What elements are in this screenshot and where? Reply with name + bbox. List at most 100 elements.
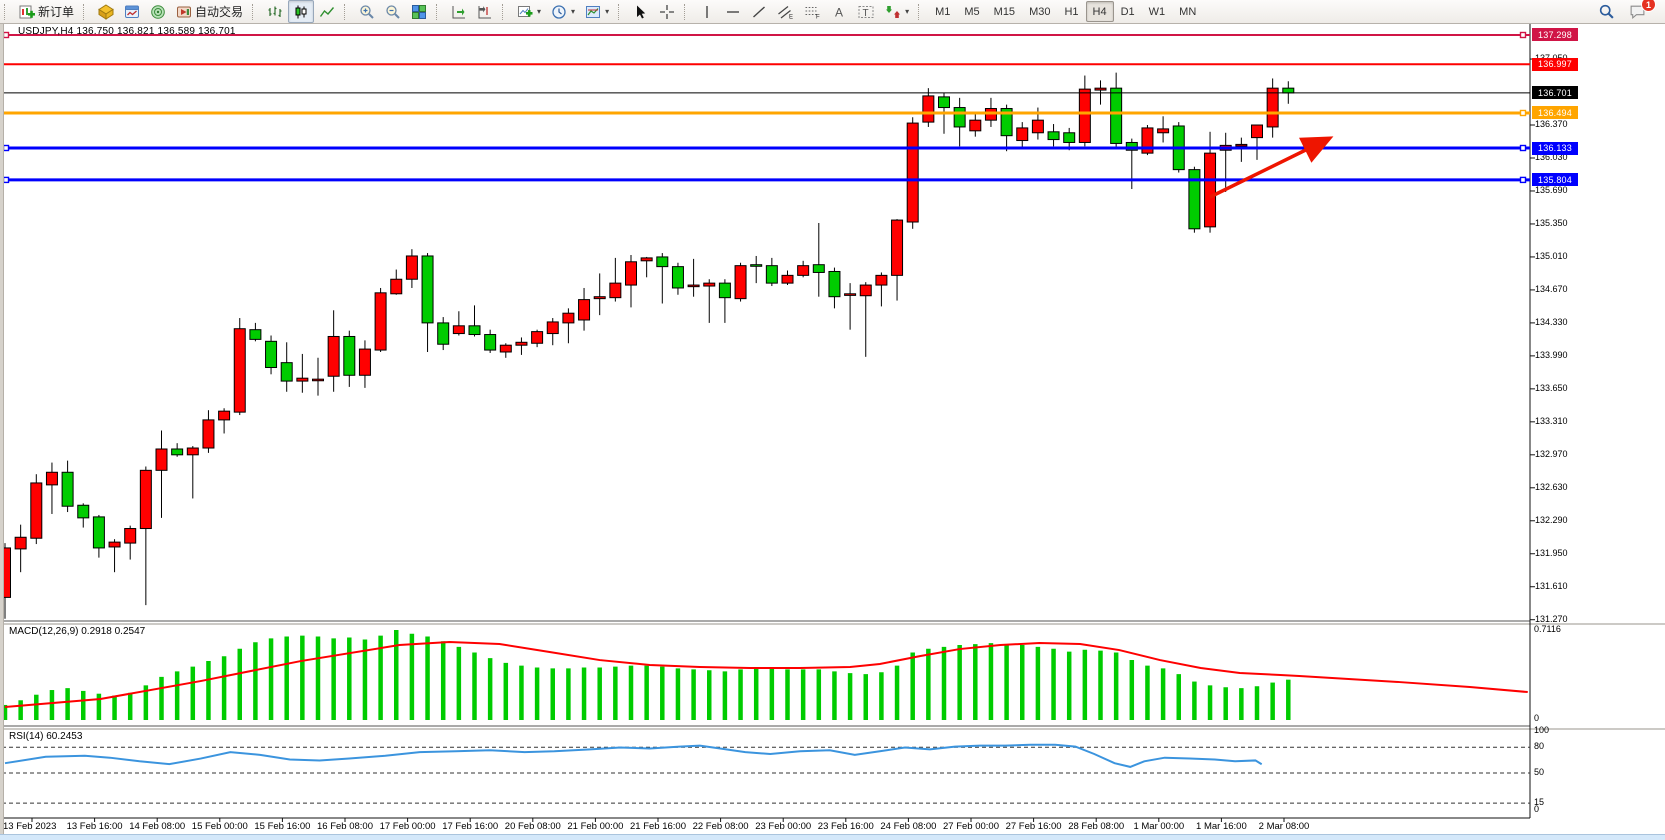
timeframe-button-w1[interactable]: W1 [1142, 1, 1173, 22]
candle[interactable] [688, 259, 699, 297]
candle[interactable] [313, 358, 324, 396]
horizontal-line-tool-button[interactable] [720, 0, 746, 23]
candle[interactable] [594, 273, 605, 315]
candle[interactable] [109, 539, 120, 572]
candle[interactable] [500, 343, 511, 358]
candle[interactable] [1236, 138, 1247, 162]
candle[interactable] [438, 317, 449, 350]
candle[interactable] [1267, 78, 1278, 137]
candle[interactable] [172, 443, 183, 457]
fibonacci-tool-button[interactable]: F [799, 0, 826, 23]
candle[interactable] [970, 112, 981, 136]
cursor-tool-button[interactable] [628, 0, 654, 23]
candle[interactable] [234, 318, 245, 415]
candle[interactable] [1189, 167, 1200, 233]
zoom-out-button[interactable] [380, 0, 406, 23]
candle[interactable] [219, 408, 230, 433]
candle[interactable] [391, 270, 402, 295]
candle[interactable] [704, 279, 715, 323]
candle[interactable] [1048, 124, 1059, 146]
label-tool-button[interactable]: T [852, 0, 880, 23]
candle[interactable] [15, 525, 26, 573]
candle[interactable] [923, 88, 934, 127]
hline-marker[interactable] [1521, 110, 1526, 115]
candlestick-mode-button[interactable] [288, 0, 314, 23]
hline-marker[interactable] [1521, 177, 1526, 182]
bar-chart-mode-button[interactable] [262, 0, 288, 23]
candle[interactable] [735, 263, 746, 302]
data-window-button[interactable] [119, 0, 145, 23]
candle[interactable] [250, 323, 261, 341]
candle[interactable] [93, 515, 104, 558]
candle[interactable] [798, 261, 809, 277]
candle[interactable] [453, 311, 464, 335]
candle[interactable] [766, 258, 777, 286]
auto-scroll-button[interactable] [446, 0, 472, 23]
price-line-label-135.804[interactable]: 135.804 [1532, 173, 1578, 186]
candle[interactable] [375, 288, 386, 352]
timeframe-button-m5[interactable]: M5 [957, 1, 986, 22]
candle[interactable] [156, 431, 167, 518]
candle[interactable] [469, 305, 480, 336]
crosshair-tool-button[interactable] [654, 0, 680, 23]
candle[interactable] [359, 340, 370, 388]
market-watch-button[interactable] [93, 0, 119, 23]
price-line-label-136.997[interactable]: 136.997 [1532, 58, 1578, 71]
candle[interactable] [657, 253, 668, 303]
hline-marker[interactable] [1521, 146, 1526, 151]
vertical-line-tool-button[interactable] [694, 0, 720, 23]
candle[interactable] [31, 474, 42, 544]
candle[interactable] [672, 263, 683, 295]
timeframe-button-m15[interactable]: M15 [987, 1, 1022, 22]
candle[interactable] [1158, 116, 1169, 142]
candle[interactable] [406, 249, 417, 288]
hline-marker[interactable] [1521, 32, 1526, 37]
candle[interactable] [187, 446, 198, 498]
candle[interactable] [626, 255, 637, 307]
toolbar-grip[interactable] [83, 4, 90, 20]
candle[interactable] [845, 283, 856, 330]
timeframe-button-m1[interactable]: M1 [928, 1, 957, 22]
templates-button[interactable]: ▾ [580, 0, 614, 23]
price-line-label-137.298[interactable]: 137.298 [1532, 28, 1578, 41]
channel-tool-button[interactable]: E [772, 0, 799, 23]
price-line-label-136.701[interactable]: 136.701 [1532, 86, 1578, 99]
candle[interactable] [876, 272, 887, 306]
toolbar-grip[interactable] [436, 4, 443, 20]
candle[interactable] [579, 288, 590, 331]
candle[interactable] [203, 410, 214, 453]
candle[interactable] [1252, 125, 1263, 160]
navigator-button[interactable] [145, 0, 171, 23]
candle[interactable] [281, 342, 292, 391]
timeframe-button-h4[interactable]: H4 [1086, 1, 1114, 22]
trendline-tool-button[interactable] [746, 0, 772, 23]
zoom-in-button[interactable] [354, 0, 380, 23]
search-button[interactable] [1593, 0, 1620, 23]
candle[interactable] [1142, 125, 1153, 155]
candle[interactable] [719, 279, 730, 323]
candle[interactable] [344, 331, 355, 387]
timeframe-button-d1[interactable]: D1 [1114, 1, 1142, 22]
line-chart-mode-button[interactable] [314, 0, 340, 23]
candle[interactable] [1111, 73, 1122, 148]
candle[interactable] [892, 219, 903, 300]
candle[interactable] [547, 318, 558, 345]
candle[interactable] [907, 117, 918, 229]
toolbar-grip[interactable] [344, 4, 351, 20]
candle[interactable] [751, 256, 762, 283]
hline-marker[interactable] [4, 32, 9, 37]
arrows-tool-button[interactable]: ▾ [880, 0, 914, 23]
candle[interactable] [782, 271, 793, 286]
timeframe-button-m30[interactable]: M30 [1022, 1, 1057, 22]
window-bottom-scrollbar[interactable] [0, 834, 1665, 840]
candle[interactable] [140, 466, 151, 605]
chart-canvas[interactable] [0, 0, 1665, 840]
candle[interactable] [266, 336, 277, 375]
candle[interactable] [46, 463, 57, 514]
candle[interactable] [78, 503, 89, 527]
candle[interactable] [954, 98, 965, 147]
timeframe-button-h1[interactable]: H1 [1057, 1, 1085, 22]
text-tool-button[interactable]: A [826, 0, 852, 23]
timeframe-button-mn[interactable]: MN [1172, 1, 1203, 22]
candle[interactable] [1220, 133, 1231, 192]
